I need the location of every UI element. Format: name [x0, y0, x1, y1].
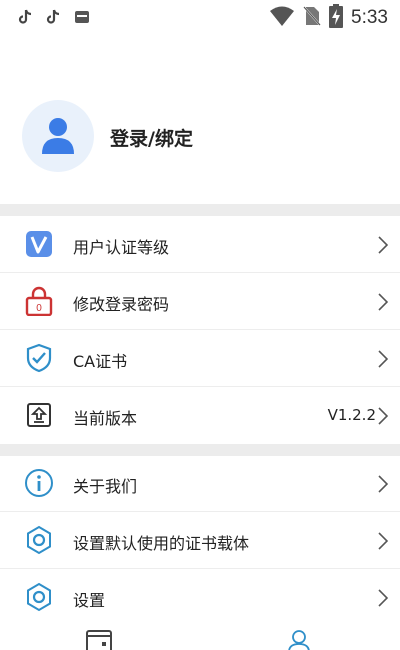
- menu-item-label: 用户认证等级: [73, 238, 170, 257]
- menu-group-settings: 关于我们 设置默认使用的证书载体 设置: [0, 455, 400, 626]
- chevron-right-icon: [378, 532, 392, 550]
- info-icon: [24, 468, 54, 498]
- menu-item-settings[interactable]: 设置: [0, 569, 400, 626]
- chevron-right-icon: [378, 407, 392, 425]
- menu-item-ca-certificate[interactable]: CA证书: [0, 330, 400, 387]
- menu-item-change-password[interactable]: 0 修改登录密码: [0, 273, 400, 330]
- menu-item-default-cert-carrier[interactable]: 设置默认使用的证书载体: [0, 512, 400, 569]
- tiktok-icon: [18, 9, 32, 29]
- svg-text:0: 0: [36, 303, 42, 314]
- gear-icon: [24, 525, 54, 555]
- chevron-right-icon: [378, 589, 392, 607]
- menu-item-label: 设置: [73, 591, 106, 610]
- gear-icon: [24, 582, 54, 612]
- chevron-right-icon: [378, 475, 392, 493]
- verify-level-icon: [24, 229, 54, 259]
- menu-item-label: 修改登录密码: [73, 295, 170, 314]
- tiktok-icon: [46, 9, 60, 29]
- section-divider: [0, 204, 400, 216]
- chevron-right-icon: [378, 293, 392, 311]
- battery-charging-icon: [329, 4, 344, 32]
- menu-item-current-version[interactable]: 当前版本 V1.2.2: [0, 387, 400, 444]
- menu-item-label: 设置默认使用的证书载体: [73, 534, 250, 553]
- menu-item-label: 当前版本: [73, 409, 138, 428]
- menu-item-about-us[interactable]: 关于我们: [0, 455, 400, 512]
- profile-header[interactable]: 登录/绑定: [0, 98, 400, 174]
- menu-item-auth-level[interactable]: 用户认证等级: [0, 216, 400, 273]
- message-icon: [74, 9, 90, 29]
- chevron-right-icon: [378, 236, 392, 254]
- user-avatar-icon: [42, 118, 74, 154]
- shield-check-icon: [24, 343, 54, 373]
- password-lock-icon: 0: [24, 286, 54, 316]
- menu-group-account: 用户认证等级 0 修改登录密码 CA证书 当前版本 V1.2.2: [0, 216, 400, 444]
- avatar[interactable]: [22, 100, 94, 172]
- version-upgrade-icon: [24, 400, 54, 430]
- menu-item-label: CA证书: [73, 352, 128, 371]
- me-tab-icon[interactable]: [288, 630, 310, 650]
- home-tab-icon[interactable]: [86, 630, 112, 650]
- chevron-right-icon: [378, 350, 392, 368]
- login-bind-link[interactable]: 登录/绑定: [110, 124, 193, 151]
- wifi-icon: [269, 5, 295, 31]
- status-bar: 5:33: [0, 0, 400, 36]
- no-sim-icon: [303, 5, 321, 31]
- notification-icons: [18, 9, 90, 29]
- clock: 5:33: [351, 7, 388, 28]
- menu-item-label: 关于我们: [73, 477, 138, 496]
- bottom-navigation: [0, 626, 400, 650]
- version-number: V1.2.2: [327, 406, 376, 424]
